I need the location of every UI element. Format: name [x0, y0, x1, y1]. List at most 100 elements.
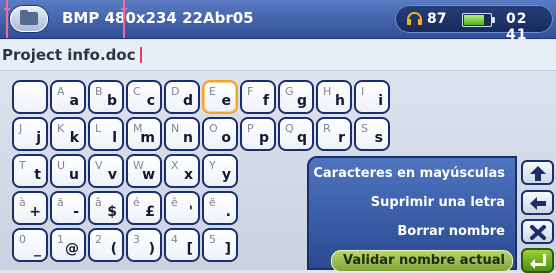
volume-level: 87: [427, 11, 447, 27]
key[interactable]: 3): [126, 228, 162, 262]
filename-field[interactable]: Project info.doc: [2, 46, 142, 64]
key[interactable]: Kk: [50, 117, 86, 151]
key[interactable]: é £: [126, 191, 162, 225]
key[interactable]: Pp: [240, 117, 276, 151]
key-char: i: [378, 93, 383, 109]
key[interactable]: Hh: [316, 80, 352, 114]
key[interactable]: Gg: [278, 80, 314, 114]
key[interactable]: Aa: [50, 80, 86, 114]
menu-item[interactable]: Suprimir una letra: [371, 192, 505, 214]
filename-input[interactable]: Project info.doc: [0, 40, 556, 71]
filename-text: Project info.doc: [2, 46, 136, 64]
key[interactable]: Xx: [164, 154, 200, 188]
validate-button[interactable]: [521, 248, 554, 273]
key-char: ): [148, 241, 155, 257]
key-alt-char: 1: [57, 233, 64, 246]
folder-icon[interactable]: [10, 6, 48, 32]
key-char: j: [36, 130, 41, 146]
key-char: p: [258, 130, 269, 146]
text-cursor: [139, 47, 142, 63]
key-char: e: [221, 93, 232, 109]
key-char: b: [106, 93, 117, 109]
key-alt-char: Y: [209, 159, 216, 172]
key-char: x: [183, 167, 193, 183]
key[interactable]: Uu: [50, 154, 86, 188]
key-alt-char: J: [19, 122, 23, 135]
key[interactable]: Jj: [12, 117, 48, 151]
key[interactable]: à +: [12, 191, 48, 225]
key-char: ': [188, 204, 193, 220]
key[interactable]: Ff: [240, 80, 276, 114]
key[interactable]: Cc: [126, 80, 162, 114]
key[interactable]: [12, 80, 48, 114]
key-char: g: [296, 93, 307, 109]
key-char: w: [142, 167, 155, 183]
key[interactable]: Ll: [88, 117, 124, 151]
key[interactable]: Yy: [202, 154, 238, 188]
key-char: n: [183, 130, 193, 146]
key-char: f: [262, 93, 269, 109]
key-alt-char: T: [19, 159, 26, 172]
clock: 02 41: [506, 11, 528, 43]
key[interactable]: Oo: [202, 117, 238, 151]
key[interactable]: ê ': [164, 191, 200, 225]
key-alt-char: L: [95, 122, 102, 135]
key-char: y: [221, 167, 231, 183]
key[interactable]: Vv: [88, 154, 124, 188]
key-alt-char: G: [285, 85, 294, 98]
key-char: t: [34, 167, 41, 183]
key-char: q: [296, 130, 307, 146]
key[interactable]: Qq: [278, 117, 314, 151]
key-alt-char: R: [323, 122, 331, 135]
key[interactable]: Ss: [354, 117, 390, 151]
key[interactable]: 0 _: [12, 228, 48, 262]
key-alt-char: 4: [171, 233, 178, 246]
key[interactable]: 4[: [164, 228, 200, 262]
menu-item[interactable]: Caracteres en mayúsculas: [313, 163, 505, 185]
resize-marker: [121, 0, 127, 38]
key-alt-char: E: [209, 85, 216, 98]
shift-button[interactable]: [521, 160, 554, 185]
key-char: £: [145, 204, 155, 220]
key-alt-char: â: [95, 196, 102, 209]
key[interactable]: â $: [88, 191, 124, 225]
key-char: k: [69, 130, 79, 146]
key[interactable]: ä-: [50, 191, 86, 225]
key-alt-char: é: [133, 196, 140, 209]
clear-button[interactable]: [521, 219, 554, 244]
key-char: r: [338, 130, 345, 146]
key-char: ]: [224, 241, 231, 257]
key[interactable]: Ww: [126, 154, 162, 188]
key-alt-char: D: [171, 85, 180, 98]
key-alt-char: Q: [285, 122, 294, 135]
headphones-icon: [407, 12, 422, 25]
key[interactable]: Ee: [202, 80, 238, 114]
key[interactable]: 2(: [88, 228, 124, 262]
key[interactable]: Dd: [164, 80, 200, 114]
key[interactable]: 5]: [202, 228, 238, 262]
key-alt-char: A: [57, 85, 65, 98]
key-char: -: [73, 204, 79, 220]
backspace-button[interactable]: [521, 190, 554, 215]
key[interactable]: Rr: [316, 117, 352, 151]
key[interactable]: Nn: [164, 117, 200, 151]
key[interactable]: 1 @: [50, 228, 86, 262]
key-alt-char: K: [57, 122, 65, 135]
key-alt-char: 5: [209, 233, 216, 246]
menu-item[interactable]: Borrar nombre: [397, 221, 505, 243]
key[interactable]: Tt: [12, 154, 48, 188]
key-char: c: [146, 93, 155, 109]
key[interactable]: Bb: [88, 80, 124, 114]
file-info-title: BMP 480x234 22Abr05: [62, 9, 254, 27]
key-char: $: [107, 204, 117, 220]
key-char: u: [69, 167, 79, 183]
key[interactable]: Mm: [126, 117, 162, 151]
key-char: +: [29, 204, 41, 220]
key[interactable]: ë.: [202, 191, 238, 225]
key[interactable]: Ii: [354, 80, 390, 114]
status-bar: BMP 480x234 22Abr05 87 02 41: [0, 0, 556, 43]
menu-item[interactable]: Validar nombre actual: [330, 250, 513, 272]
key-char: d: [182, 93, 193, 109]
key-alt-char: 0: [19, 233, 26, 246]
backspace-left-arrow-icon: [530, 197, 546, 210]
